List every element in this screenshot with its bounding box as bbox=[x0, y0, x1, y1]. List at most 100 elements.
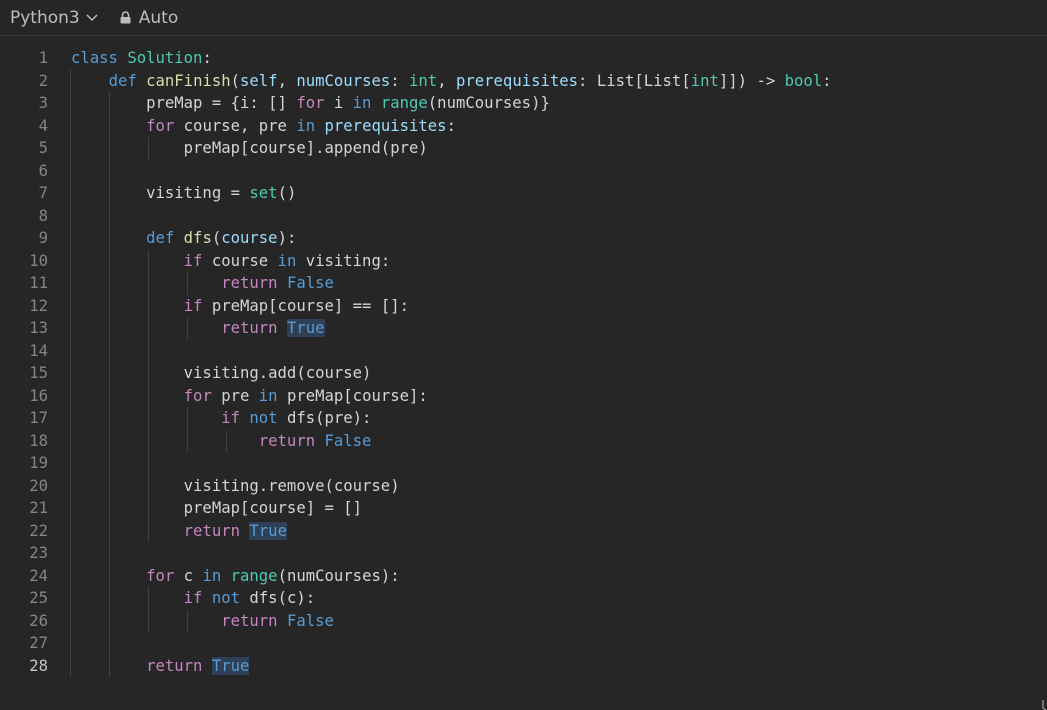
line-number: 23 bbox=[29, 544, 48, 562]
code-line[interactable]: 1 class Solution: bbox=[0, 47, 1047, 70]
language-select[interactable]: Python3 bbox=[10, 8, 98, 28]
line-number: 6 bbox=[38, 161, 48, 180]
indent-guide bbox=[70, 204, 71, 227]
line-number: 26 bbox=[29, 611, 48, 630]
language-label: Python3 bbox=[10, 7, 80, 28]
code-line[interactable]: 11 return False bbox=[0, 272, 1047, 295]
code-text: preMap[course].append(pre) bbox=[71, 139, 428, 157]
line-number: 28 bbox=[29, 656, 48, 675]
line-number: 25 bbox=[29, 589, 48, 607]
line-number: 7 bbox=[38, 184, 48, 202]
code-text: class Solution: bbox=[71, 49, 212, 67]
line-number: 13 bbox=[29, 319, 48, 337]
code-line[interactable]: 12 if preMap[course] == []: bbox=[0, 294, 1047, 317]
editor-toolbar: Python3 Auto bbox=[0, 0, 1047, 36]
line-number: 18 bbox=[29, 431, 48, 450]
line-number: 2 bbox=[38, 71, 48, 90]
code-line[interactable]: 24 for c in range(numCourses): bbox=[0, 564, 1047, 587]
code-text: def dfs(course): bbox=[146, 229, 297, 247]
line-number: 27 bbox=[29, 634, 48, 652]
chevron-down-icon bbox=[86, 13, 98, 21]
indent-guide bbox=[108, 204, 110, 227]
indent-guide bbox=[70, 159, 71, 182]
code-line[interactable]: 19 bbox=[0, 452, 1047, 475]
code-text: for course, pre in prerequisites: bbox=[146, 116, 456, 135]
code-text: for c in range(numCourses): bbox=[146, 566, 400, 585]
code-line[interactable]: 4 for course, pre in prerequisites: bbox=[0, 114, 1047, 137]
auto-mode-label: Auto bbox=[138, 7, 179, 28]
indent-guide bbox=[108, 339, 110, 362]
code-line[interactable]: 17 if not dfs(pre): bbox=[0, 407, 1047, 430]
code-line[interactable]: 3 preMap = {i: [] for i in range(numCour… bbox=[0, 92, 1047, 115]
indent-guide bbox=[70, 452, 71, 475]
code-text: return True bbox=[183, 521, 287, 540]
code-line[interactable]: 5 preMap[course].append(pre) bbox=[0, 137, 1047, 160]
code-line[interactable]: 16 for pre in preMap[course]: bbox=[0, 384, 1047, 407]
code-text: return False bbox=[221, 611, 334, 630]
code-line[interactable]: 21 preMap[course] = [] bbox=[0, 497, 1047, 520]
indent-guide bbox=[147, 339, 149, 362]
line-number: 15 bbox=[29, 364, 48, 382]
line-number: 16 bbox=[29, 386, 48, 405]
line-number: 10 bbox=[29, 251, 48, 270]
auto-mode[interactable]: Auto bbox=[120, 8, 178, 28]
line-number: 19 bbox=[29, 454, 48, 472]
code-text: return True bbox=[146, 656, 250, 675]
code-line[interactable]: 13 return True bbox=[0, 317, 1047, 340]
code-line[interactable]: 10 if course in visiting: bbox=[0, 249, 1047, 272]
line-number: 12 bbox=[29, 296, 48, 315]
indent-guide bbox=[108, 159, 110, 182]
code-text: visiting.remove(course) bbox=[71, 476, 400, 495]
code-line[interactable]: 15 visiting.add(course) bbox=[0, 362, 1047, 385]
line-number: 5 bbox=[38, 139, 48, 157]
code-line[interactable]: 7 visiting = set() bbox=[0, 182, 1047, 205]
code-text: if preMap[course] == []: bbox=[183, 296, 409, 315]
code-line[interactable]: 9 def dfs(course): bbox=[0, 227, 1047, 250]
code-text: visiting.add(course) bbox=[71, 364, 372, 382]
code-line[interactable]: 14 bbox=[0, 339, 1047, 362]
line-number: 11 bbox=[29, 274, 48, 292]
code-text: if course in visiting: bbox=[183, 251, 391, 270]
resize-handle-icon bbox=[1042, 700, 1047, 710]
code-text: return False bbox=[258, 431, 372, 450]
code-text: return True bbox=[221, 319, 325, 337]
line-number: 14 bbox=[29, 341, 48, 360]
code-line[interactable]: 6 bbox=[0, 159, 1047, 182]
code-line[interactable]: 28 return True bbox=[0, 654, 1047, 677]
code-line[interactable]: 23 bbox=[0, 542, 1047, 565]
lock-icon bbox=[120, 11, 131, 24]
line-number: 3 bbox=[38, 94, 48, 112]
indent-guide bbox=[70, 632, 71, 655]
indent-guide bbox=[70, 339, 71, 362]
indent-guide bbox=[70, 542, 71, 565]
code-text: preMap = {i: [] for i in range(numCourse… bbox=[71, 94, 550, 112]
indent-guide bbox=[147, 452, 149, 475]
code-text: if not dfs(c): bbox=[183, 589, 316, 607]
code-text: preMap[course] = [] bbox=[71, 499, 363, 517]
code-line[interactable]: 2 def canFinish(self, numCourses: int, p… bbox=[0, 69, 1047, 92]
line-number: 21 bbox=[29, 499, 48, 517]
indent-guide bbox=[108, 452, 110, 475]
code-line[interactable]: 20 visiting.remove(course) bbox=[0, 474, 1047, 497]
code-line[interactable]: 27 bbox=[0, 632, 1047, 655]
code-text: visiting = set() bbox=[71, 184, 297, 202]
code-line[interactable]: 25 if not dfs(c): bbox=[0, 587, 1047, 610]
code-editor[interactable]: 1 class Solution: 2 def canFinish(self, nu… bbox=[0, 47, 1047, 677]
code-line[interactable]: 22 return True bbox=[0, 519, 1047, 542]
code-line[interactable]: 8 bbox=[0, 204, 1047, 227]
code-text: return False bbox=[221, 274, 334, 292]
code-text: if not dfs(pre): bbox=[221, 409, 372, 427]
line-number: 1 bbox=[38, 49, 48, 67]
line-number: 17 bbox=[29, 409, 48, 427]
code-line[interactable]: 26 return False bbox=[0, 609, 1047, 632]
code-text: def canFinish(self, numCourses: int, pre… bbox=[108, 71, 832, 90]
indent-guide bbox=[108, 542, 110, 565]
indent-guide bbox=[108, 632, 110, 655]
line-number: 8 bbox=[38, 206, 48, 225]
line-number: 4 bbox=[38, 116, 48, 135]
code-line[interactable]: 18 return False bbox=[0, 429, 1047, 452]
line-number: 22 bbox=[29, 521, 48, 540]
code-text: for pre in preMap[course]: bbox=[183, 386, 428, 405]
line-number: 20 bbox=[29, 476, 48, 495]
line-number: 9 bbox=[38, 229, 48, 247]
